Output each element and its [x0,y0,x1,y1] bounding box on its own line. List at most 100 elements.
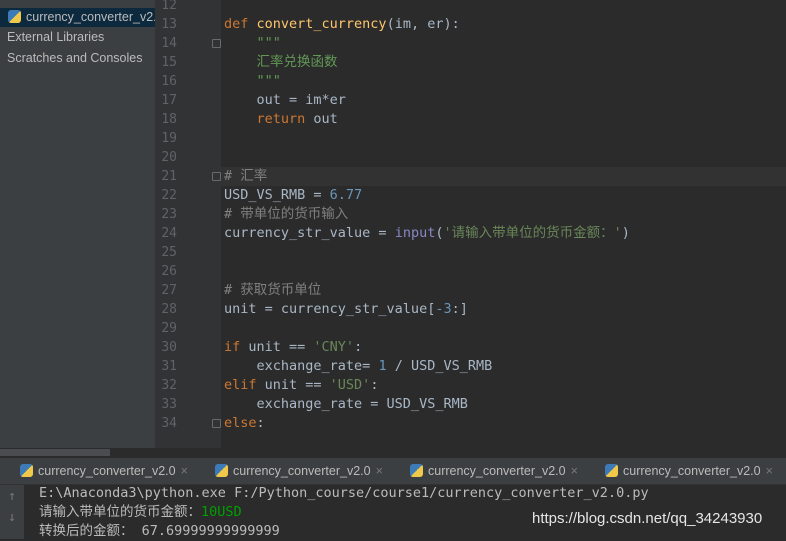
code-token: currency_str_value = [224,225,395,241]
code-line[interactable]: # 带单位的货币输入 [224,205,348,224]
console-toolbar: ↑ ↓ [0,485,24,539]
code-token: unit = currency_str_value[ [224,301,436,317]
code-token: :] [451,301,468,317]
line-number: 17 [161,93,177,108]
code-line[interactable]: USD_VS_RMB = 6.77 [224,186,362,205]
line-number: 32 [161,378,177,393]
python-icon [20,464,33,477]
code-token: """ [224,73,281,89]
console-result: 转换后的金额： 67.69999999999999 [39,523,280,539]
scratches-label: Scratches and Consoles [7,51,143,65]
python-file-icon [8,10,21,23]
code-token: if [224,339,249,355]
external-libraries-label: External Libraries [7,30,105,44]
run-tabs: currency_converter_v2.0 × currency_conver… [0,458,786,485]
line-number: 13 [161,17,177,32]
code-line[interactable]: exchange_rate = USD_VS_RMB [224,395,468,414]
fold-marker-icon[interactable] [212,419,221,428]
scratches-item[interactable]: Scratches and Consoles [0,49,155,68]
code-token: elif [224,377,265,393]
line-number: 16 [161,74,177,89]
code-token: input [394,225,436,241]
code-token: 'CNY' [313,339,355,355]
console-prompt-line: 请输入带单位的货币金额：10USD [39,503,242,522]
tab-label: currency_converter_v2.0 [623,464,761,478]
code-token: """ [224,35,281,51]
code-line[interactable]: return out [224,110,338,129]
code-token: (im, er): [386,16,460,32]
close-icon[interactable]: × [571,464,578,478]
close-icon[interactable]: × [766,464,773,478]
code-token: 6.77 [329,187,363,203]
code-token: : [256,415,265,431]
line-number: 34 [161,416,177,431]
code-token: : [370,377,379,393]
code-line[interactable]: # 获取货币单位 [224,281,321,300]
run-tab[interactable]: currency_converter_v2.0 × [410,458,578,485]
code-token: # 带单位的货币输入 [224,206,349,222]
line-number: 29 [161,321,177,336]
fold-marker-icon[interactable] [212,172,221,181]
line-number: 20 [161,150,177,165]
scrollbar-thumb[interactable] [0,449,110,456]
line-number: 22 [161,188,177,203]
code-token: / USD_VS_RMB [386,358,493,374]
external-libraries-item[interactable]: External Libraries [0,28,155,47]
up-arrow-icon[interactable]: ↑ [0,489,24,504]
python-icon [605,464,618,477]
code-token: # 获取货币单位 [224,282,322,298]
close-icon[interactable]: × [181,464,188,478]
code-token: ) [621,225,630,241]
code-line[interactable]: # 汇率 [224,167,267,186]
down-arrow-icon[interactable]: ↓ [0,510,24,525]
console-input: 10USD [201,504,242,520]
code-line[interactable]: 汇率兑换函数 [224,53,338,72]
code-token: -3 [435,301,452,317]
code-token: 汇率兑换函数 [224,54,338,70]
line-number: 23 [161,207,177,222]
code-token: def [224,16,257,32]
line-number: 26 [161,264,177,279]
code-line[interactable]: out = im*er [224,91,346,110]
line-number: 31 [161,359,177,374]
code-token: convert_currency [256,16,387,32]
line-number: 18 [161,112,177,127]
project-file-item[interactable]: currency_converter_v2. [0,8,155,27]
current-line-highlight [221,167,786,186]
python-icon [215,464,228,477]
close-icon[interactable]: × [376,464,383,478]
line-number: 30 [161,340,177,355]
run-tab[interactable]: currency_converter_v2.0 × [20,458,188,485]
code-token: '请输入带单位的货币金额：' [443,225,622,241]
code-line[interactable]: elif unit == 'USD': [224,376,378,395]
code-token: USD_VS_RMB = [224,187,330,203]
code-line[interactable]: exchange_rate= 1 / USD_VS_RMB [224,357,493,376]
code-token: return [256,111,314,127]
code-token: out = im*er [224,92,346,108]
line-number: 21 [161,169,177,184]
code-line[interactable]: def convert_currency(im, er): [224,15,460,34]
line-number: 12 [161,0,177,13]
line-number: 27 [161,283,177,298]
code-token: : [354,339,363,355]
fold-marker-icon[interactable] [212,39,221,48]
horizontal-scrollbar[interactable] [0,448,786,458]
line-number: 15 [161,55,177,70]
line-number: 28 [161,302,177,317]
line-number: 19 [161,131,177,146]
code-token: 1 [378,358,387,374]
console-prompt: 请输入带单位的货币金额： [39,504,201,520]
code-line[interactable]: else: [224,414,265,433]
tab-label: currency_converter_v2.0 [38,464,176,478]
code-line[interactable]: """ [224,34,281,53]
file-label: currency_converter_v2. [26,10,155,24]
tab-label: currency_converter_v2.0 [233,464,371,478]
code-line[interactable]: unit = currency_str_value[-3:] [224,300,468,319]
run-tab[interactable]: currency_converter_v2.0 × [215,458,383,485]
line-number: 14 [161,36,177,51]
code-line[interactable]: currency_str_value = input('请输入带单位的货币金额：… [224,224,630,243]
run-tab[interactable]: currency_converter_v2.0 × [605,458,773,485]
code-line[interactable]: """ [224,72,281,91]
code-line[interactable]: if unit == 'CNY': [224,338,362,357]
